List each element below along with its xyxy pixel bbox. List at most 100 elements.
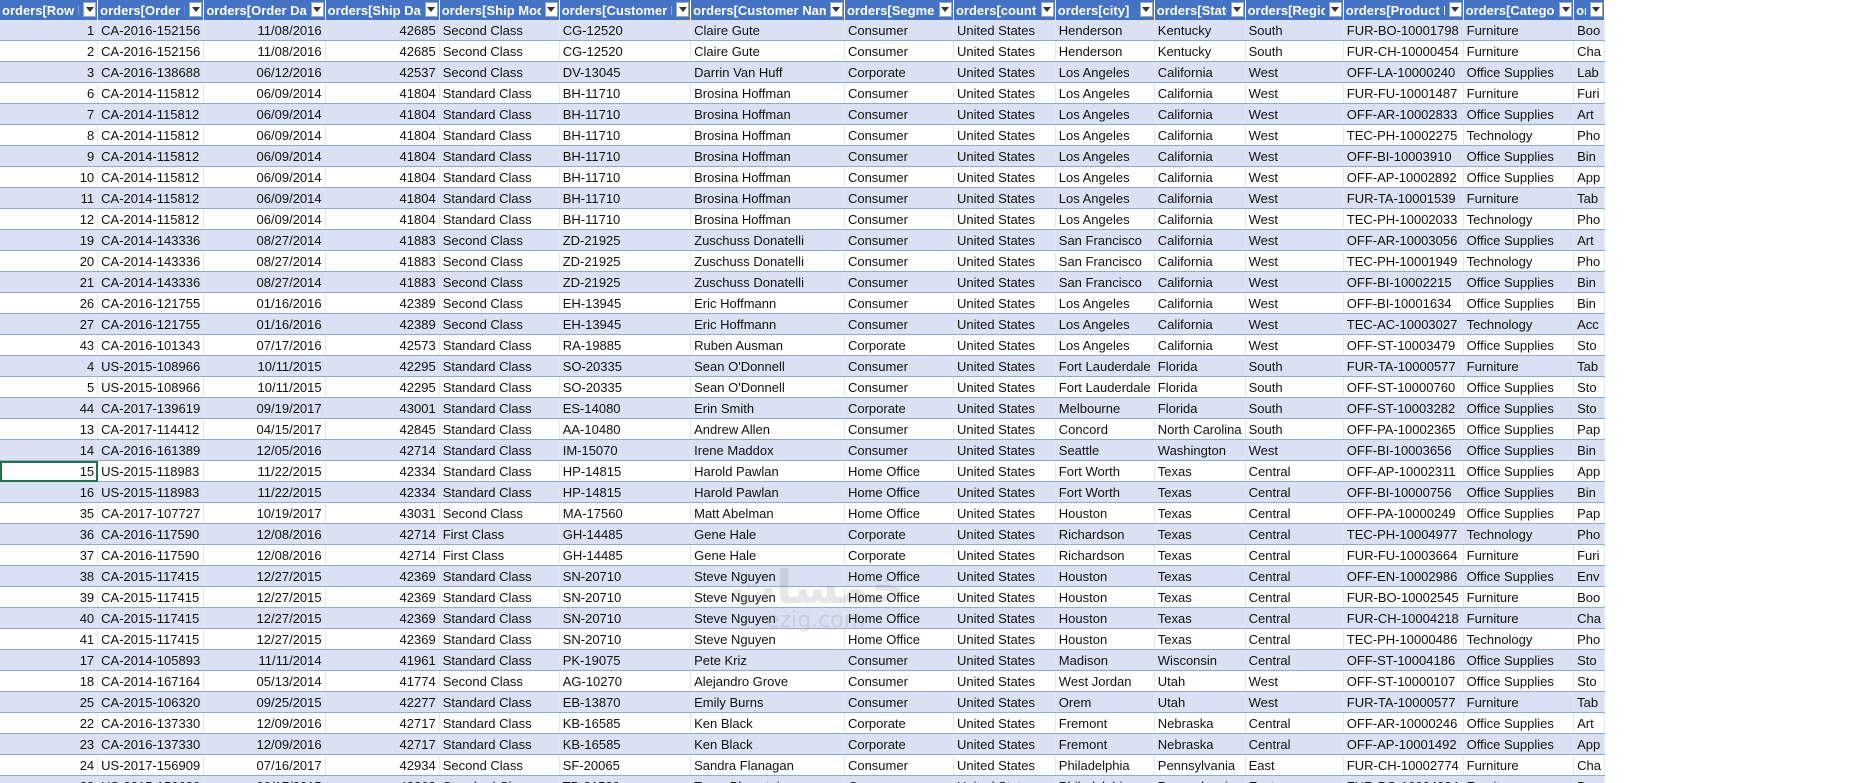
- filter-dropdown-icon[interactable]: [1139, 2, 1153, 17]
- table-cell[interactable]: 42295: [325, 355, 440, 377]
- table-cell[interactable]: 42714: [325, 544, 440, 566]
- table-cell[interactable]: Corporate: [844, 334, 954, 356]
- filter-dropdown-icon[interactable]: [83, 2, 97, 17]
- table-cell[interactable]: United States: [953, 481, 1056, 503]
- table-cell[interactable]: Central: [1245, 544, 1344, 566]
- table-cell[interactable]: Acc: [1573, 313, 1605, 335]
- table-cell[interactable]: California: [1154, 124, 1246, 146]
- table-cell[interactable]: Office Supplies: [1463, 103, 1575, 125]
- table-cell[interactable]: California: [1154, 82, 1246, 104]
- table-cell[interactable]: Los Angeles: [1055, 124, 1155, 146]
- table-cell[interactable]: Cha: [1573, 607, 1605, 629]
- table-cell[interactable]: Second Class: [439, 754, 560, 776]
- table-cell[interactable]: Central: [1245, 607, 1344, 629]
- table-cell[interactable]: United States: [953, 124, 1056, 146]
- table-cell[interactable]: 09/25/2015: [203, 691, 326, 713]
- table-cell[interactable]: GH-14485: [559, 523, 692, 545]
- table-cell[interactable]: United States: [953, 229, 1056, 251]
- table-cell[interactable]: CA-2016-117590: [97, 544, 205, 566]
- table-cell[interactable]: Corporate: [844, 523, 954, 545]
- table-cell[interactable]: CA-2014-143336: [97, 229, 205, 251]
- table-cell[interactable]: 10/11/2015: [203, 355, 326, 377]
- table-cell[interactable]: Standard Class: [439, 187, 560, 209]
- table-cell[interactable]: Furi: [1573, 544, 1605, 566]
- table-cell[interactable]: Sto: [1573, 376, 1605, 398]
- table-cell[interactable]: CA-2016-152156: [97, 40, 205, 62]
- table-cell[interactable]: CA-2014-115812: [97, 166, 205, 188]
- table-cell[interactable]: CA-2016-138688: [97, 61, 205, 83]
- table-cell[interactable]: App: [1573, 166, 1605, 188]
- table-cell[interactable]: 41883: [325, 229, 440, 251]
- table-cell[interactable]: Fort Lauderdale: [1055, 355, 1155, 377]
- table-cell[interactable]: Office Supplies: [1463, 733, 1575, 755]
- table-cell[interactable]: 38: [0, 565, 99, 587]
- table-cell[interactable]: Technology: [1463, 523, 1575, 545]
- filter-dropdown-icon[interactable]: [1230, 2, 1244, 17]
- table-cell[interactable]: Corporate: [844, 397, 954, 419]
- table-cell[interactable]: Standard Class: [439, 460, 560, 482]
- table-cell[interactable]: Bin: [1573, 145, 1605, 167]
- table-cell[interactable]: West: [1245, 292, 1344, 314]
- table-cell[interactable]: Home Office: [844, 481, 954, 503]
- table-cell[interactable]: KB-16585: [559, 733, 692, 755]
- table-cell[interactable]: Texas: [1154, 607, 1246, 629]
- table-cell[interactable]: FUR-TA-10001539: [1343, 187, 1464, 209]
- table-cell[interactable]: 12/09/2016: [203, 733, 326, 755]
- table-cell[interactable]: West: [1245, 103, 1344, 125]
- table-cell[interactable]: United States: [953, 418, 1056, 440]
- table-cell[interactable]: 12: [0, 208, 99, 230]
- table-cell[interactable]: United States: [953, 565, 1056, 587]
- table-cell[interactable]: 41: [0, 628, 99, 650]
- table-cell[interactable]: HP-14815: [559, 460, 692, 482]
- table-cell[interactable]: 41883: [325, 271, 440, 293]
- table-cell[interactable]: 44: [0, 397, 99, 419]
- table-cell[interactable]: Consumer: [844, 271, 954, 293]
- table-cell[interactable]: Standard Class: [439, 124, 560, 146]
- table-cell[interactable]: Bin: [1573, 481, 1605, 503]
- table-cell[interactable]: Richardson: [1055, 523, 1155, 545]
- table-cell[interactable]: Central: [1245, 565, 1344, 587]
- table-cell[interactable]: CA-2014-115812: [97, 187, 205, 209]
- column-header[interactable]: orders[Order Date]: [203, 0, 326, 20]
- table-cell[interactable]: Office Supplies: [1463, 166, 1575, 188]
- table-cell[interactable]: CG-12520: [559, 20, 692, 41]
- table-cell[interactable]: United States: [953, 523, 1056, 545]
- table-cell[interactable]: United States: [953, 586, 1056, 608]
- table-cell[interactable]: Consumer: [844, 103, 954, 125]
- table-cell[interactable]: Consumer: [844, 40, 954, 62]
- table-cell[interactable]: Env: [1573, 565, 1605, 587]
- table-cell[interactable]: Standard Class: [439, 775, 560, 783]
- table-cell[interactable]: CA-2016-161389: [97, 439, 205, 461]
- table-cell[interactable]: 8: [0, 124, 99, 146]
- table-cell[interactable]: App: [1573, 733, 1605, 755]
- table-cell[interactable]: South: [1245, 418, 1344, 440]
- table-cell[interactable]: KB-16585: [559, 712, 692, 734]
- table-cell[interactable]: 41804: [325, 145, 440, 167]
- table-cell[interactable]: RA-19885: [559, 334, 692, 356]
- table-cell[interactable]: 11: [0, 187, 99, 209]
- table-cell[interactable]: Pap: [1573, 502, 1605, 524]
- table-cell[interactable]: BH-11710: [559, 166, 692, 188]
- table-cell[interactable]: Home Office: [844, 628, 954, 650]
- table-cell[interactable]: FUR-BO-10004834: [1343, 775, 1464, 783]
- table-cell[interactable]: Corporate: [844, 61, 954, 83]
- table-cell[interactable]: 4: [0, 355, 99, 377]
- table-cell[interactable]: 36: [0, 523, 99, 545]
- table-cell[interactable]: Office Supplies: [1463, 376, 1575, 398]
- table-cell[interactable]: United States: [953, 712, 1056, 734]
- table-cell[interactable]: Orem: [1055, 691, 1155, 713]
- table-cell[interactable]: Sto: [1573, 670, 1605, 692]
- table-cell[interactable]: Furniture: [1463, 586, 1575, 608]
- table-cell[interactable]: West: [1245, 670, 1344, 692]
- table-cell[interactable]: West: [1245, 187, 1344, 209]
- table-cell[interactable]: Consumer: [844, 124, 954, 146]
- table-cell[interactable]: OFF-BI-10003910: [1343, 145, 1464, 167]
- table-cell[interactable]: 12/09/2016: [203, 712, 326, 734]
- table-cell[interactable]: 41774: [325, 670, 440, 692]
- table-cell[interactable]: 16: [0, 481, 99, 503]
- table-cell[interactable]: 12/27/2015: [203, 607, 326, 629]
- table-cell[interactable]: North Carolina: [1154, 418, 1246, 440]
- table-cell[interactable]: United States: [953, 40, 1056, 62]
- table-cell[interactable]: Home Office: [844, 460, 954, 482]
- table-cell[interactable]: TEC-PH-10000486: [1343, 628, 1464, 650]
